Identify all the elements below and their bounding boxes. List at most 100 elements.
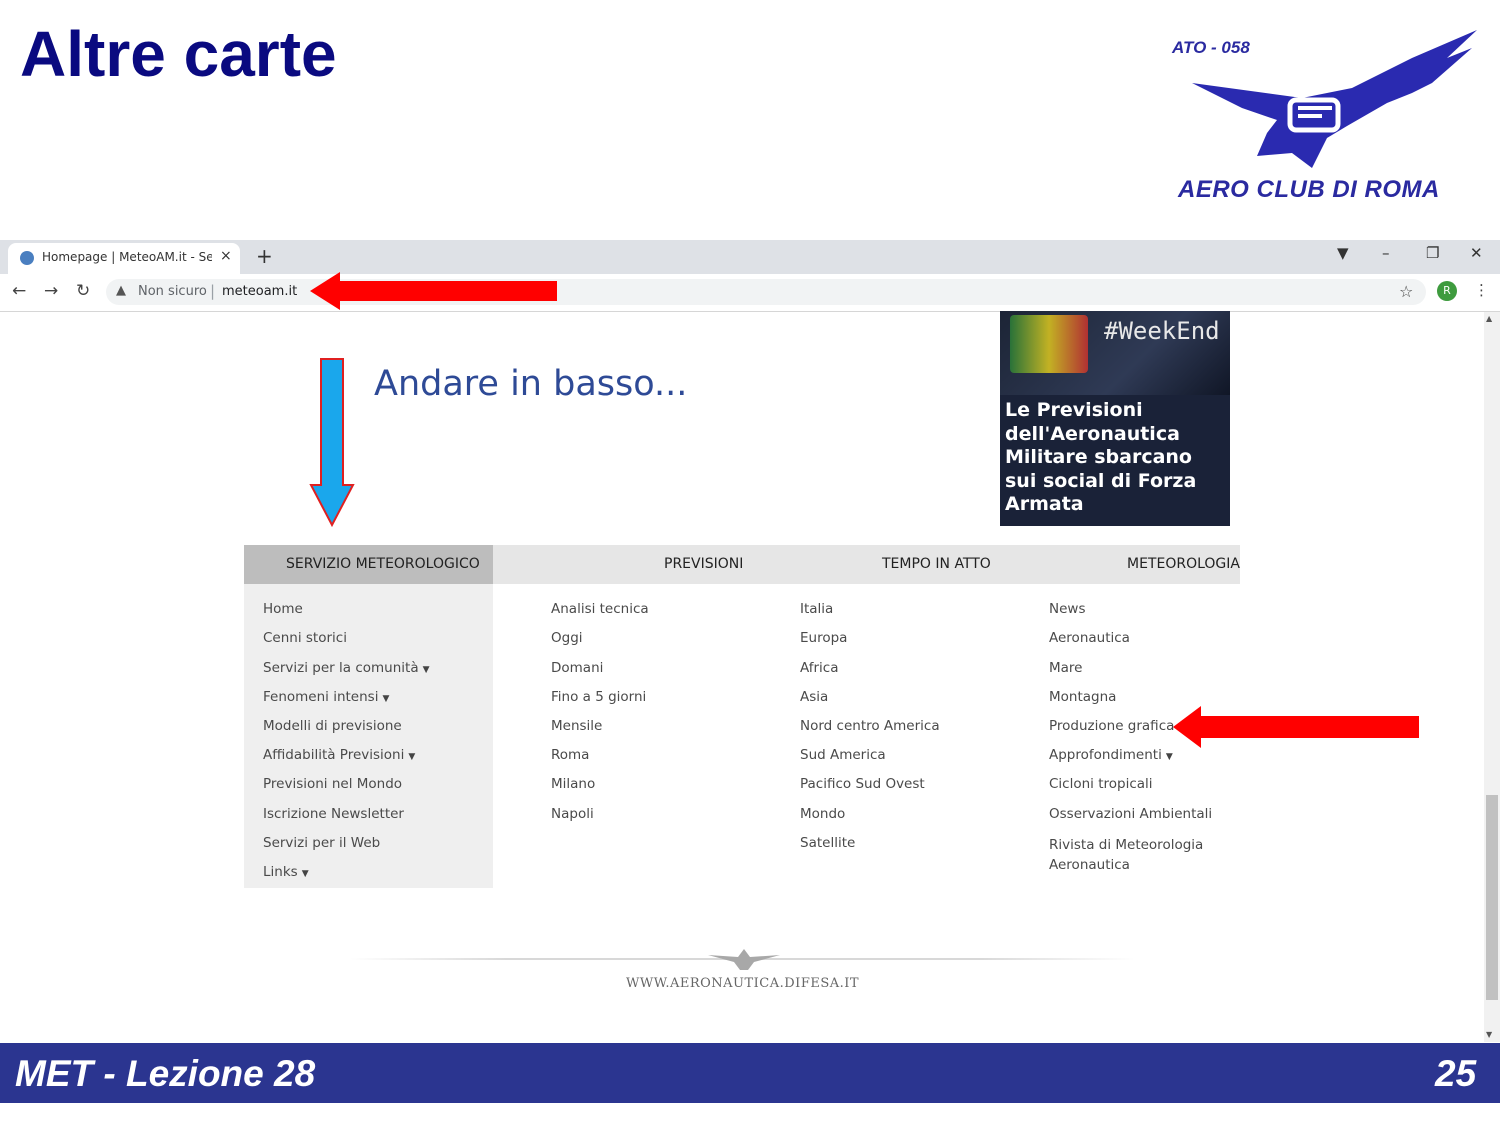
menu-item[interactable]: Africa	[800, 660, 839, 676]
menu-item-label: Oggi	[551, 630, 583, 646]
menu-item-label: Rivista di Meteorologia Aeronautica	[1049, 837, 1204, 873]
menu-item[interactable]: Asia	[800, 689, 828, 705]
menu-item[interactable]: Previsioni nel Mondo	[263, 776, 402, 792]
menu-item-label: Asia	[800, 689, 829, 705]
menu-item[interactable]: Domani	[551, 660, 603, 676]
page-number: 25	[1435, 1053, 1477, 1094]
url-text[interactable]: meteoam.it	[222, 284, 297, 299]
security-label[interactable]: Non sicuro	[138, 284, 207, 299]
menu-header-servizio[interactable]: SERVIZIO METEOROLOGICO	[286, 556, 480, 572]
new-tab-button[interactable]: +	[256, 244, 273, 268]
menu-item[interactable]: Oggi	[551, 630, 583, 646]
menu-item[interactable]: Mensile	[551, 718, 602, 734]
menu-item-label: Cenni storici	[263, 630, 347, 646]
menu-item[interactable]: Iscrizione Newsletter	[263, 806, 404, 822]
minimize-icon[interactable]: –	[1382, 244, 1390, 262]
menu-item[interactable]: Aeronautica	[1049, 630, 1130, 646]
menu-item[interactable]: Mare	[1049, 660, 1082, 676]
menu-item[interactable]: Fenomeni intensi ▼	[263, 689, 389, 705]
menu-item-label: Osservazioni Ambientali	[1049, 806, 1213, 822]
menu-item[interactable]: Affidabilità Previsioni ▼	[263, 747, 415, 763]
menu-header-meteorologia[interactable]: METEOROLOGIA	[1127, 556, 1240, 572]
close-window-icon[interactable]: ✕	[1470, 244, 1483, 262]
scroll-hint-annotation: Andare in basso...	[374, 364, 688, 404]
menu-item[interactable]: Fino a 5 giorni	[551, 689, 646, 705]
red-arrow-left-icon-2	[1173, 706, 1419, 748]
menu-item[interactable]: Rivista di Meteorologia Aeronautica	[1049, 835, 1219, 875]
menu-item[interactable]: News	[1049, 601, 1085, 617]
dropdown-caret-icon: ▼	[301, 869, 309, 879]
menu-item-label: News	[1049, 601, 1086, 617]
menu-item-label: Approfondimenti	[1049, 747, 1162, 763]
menu-item[interactable]: Analisi tecnica	[551, 601, 649, 617]
menu-item[interactable]: Europa	[800, 630, 847, 646]
news-card[interactable]: #WeekEnd Le Previsioni dell'Aeronautica …	[1000, 311, 1230, 526]
menu-item[interactable]: Cenni storici	[263, 630, 347, 646]
scrollbar-thumb[interactable]	[1486, 795, 1498, 1000]
menu-item-label: Mare	[1049, 660, 1083, 676]
menu-header-previsioni[interactable]: PREVISIONI	[664, 556, 743, 572]
menu-item[interactable]: Montagna	[1049, 689, 1116, 705]
aeronautica-eagle-icon	[708, 949, 780, 970]
menu-item-label: Modelli di previsione	[263, 718, 402, 734]
menu-item[interactable]: Pacifico Sud Ovest	[800, 776, 925, 792]
menu-item-label: Napoli	[551, 806, 594, 822]
menu-item-label: Iscrizione Newsletter	[263, 806, 404, 822]
menu-item-label: Domani	[551, 660, 604, 676]
menu-item-label: Africa	[800, 660, 839, 676]
menu-item-label: Satellite	[800, 835, 856, 851]
menu-item-label: Previsioni nel Mondo	[263, 776, 403, 792]
address-bar[interactable]: ▲ Non sicuro | meteoam.it	[106, 279, 1426, 305]
menu-item[interactable]: Home	[263, 601, 303, 617]
slide-title: Altre carte	[20, 18, 337, 90]
menu-item[interactable]: Approfondimenti ▼	[1049, 747, 1173, 763]
menu-item[interactable]: Links ▼	[263, 864, 309, 880]
menu-item[interactable]: Roma	[551, 747, 589, 763]
mega-menu-header: SERVIZIO METEOROLOGICO PREVISIONI TEMPO …	[244, 545, 1240, 584]
close-tab-icon[interactable]: ×	[220, 248, 232, 264]
menu-item-label: Links	[263, 864, 298, 880]
tab-search-icon[interactable]: ▼	[1337, 244, 1349, 262]
menu-item-label: Roma	[551, 747, 590, 763]
news-card-tag: #WeekEnd	[1104, 317, 1220, 345]
menu-item-label: Servizi per il Web	[263, 835, 381, 851]
warning-icon[interactable]: ▲	[116, 283, 126, 298]
scroll-down-icon[interactable]: ▼	[1486, 1030, 1492, 1039]
menu-item[interactable]: Milano	[551, 776, 595, 792]
menu-item[interactable]: Cicloni tropicali	[1049, 776, 1153, 792]
menu-item[interactable]: Servizi per il Web	[263, 835, 380, 851]
menu-item[interactable]: Sud America	[800, 747, 886, 763]
dropdown-caret-icon: ▼	[382, 694, 390, 704]
menu-item[interactable]: Produzione grafica	[1049, 718, 1174, 734]
menu-item-label: Analisi tecnica	[551, 601, 649, 617]
browser-menu-icon[interactable]: ⋮	[1474, 281, 1489, 299]
menu-item-label: Affidabilità Previsioni	[263, 747, 405, 763]
menu-item[interactable]: Osservazioni Ambientali	[1049, 806, 1212, 822]
menu-item-label: Europa	[800, 630, 848, 646]
menu-item[interactable]: Nord centro America	[800, 718, 940, 734]
bookmark-star-icon[interactable]: ☆	[1399, 282, 1413, 301]
back-arrow-icon[interactable]: ←	[12, 281, 26, 301]
site-footer-url[interactable]: WWW.AERONAUTICA.DIFESA.IT	[626, 976, 859, 991]
menu-item[interactable]: Modelli di previsione	[263, 718, 402, 734]
menu-item-label: Nord centro America	[800, 718, 940, 734]
news-card-headline[interactable]: Le Previsioni dell'Aeronautica Militare …	[1005, 399, 1227, 517]
menu-item-label: Montagna	[1049, 689, 1117, 705]
menu-item[interactable]: Italia	[800, 601, 833, 617]
menu-item-label: Produzione grafica	[1049, 718, 1175, 734]
menu-item-label: Italia	[800, 601, 834, 617]
forward-arrow-icon[interactable]: →	[44, 281, 58, 301]
menu-header-tempo-in-atto[interactable]: TEMPO IN ATTO	[882, 556, 991, 572]
red-arrow-left-icon	[310, 272, 557, 310]
profile-avatar[interactable]: R	[1437, 281, 1457, 301]
menu-item[interactable]: Servizi per la comunità ▼	[263, 660, 430, 676]
reload-icon[interactable]: ↻	[76, 281, 90, 301]
scroll-up-icon[interactable]: ▲	[1486, 314, 1492, 323]
restore-icon[interactable]: ❐	[1426, 244, 1439, 262]
tab-title: Homepage | MeteoAM.it - Servizi	[42, 250, 212, 264]
menu-item[interactable]: Mondo	[800, 806, 845, 822]
menu-item[interactable]: Satellite	[800, 835, 855, 851]
browser-tab[interactable]: Homepage | MeteoAM.it - Servizi ×	[8, 243, 240, 274]
menu-item[interactable]: Napoli	[551, 806, 594, 822]
logo-name: AERO CLUB DI ROMA	[1178, 176, 1440, 203]
